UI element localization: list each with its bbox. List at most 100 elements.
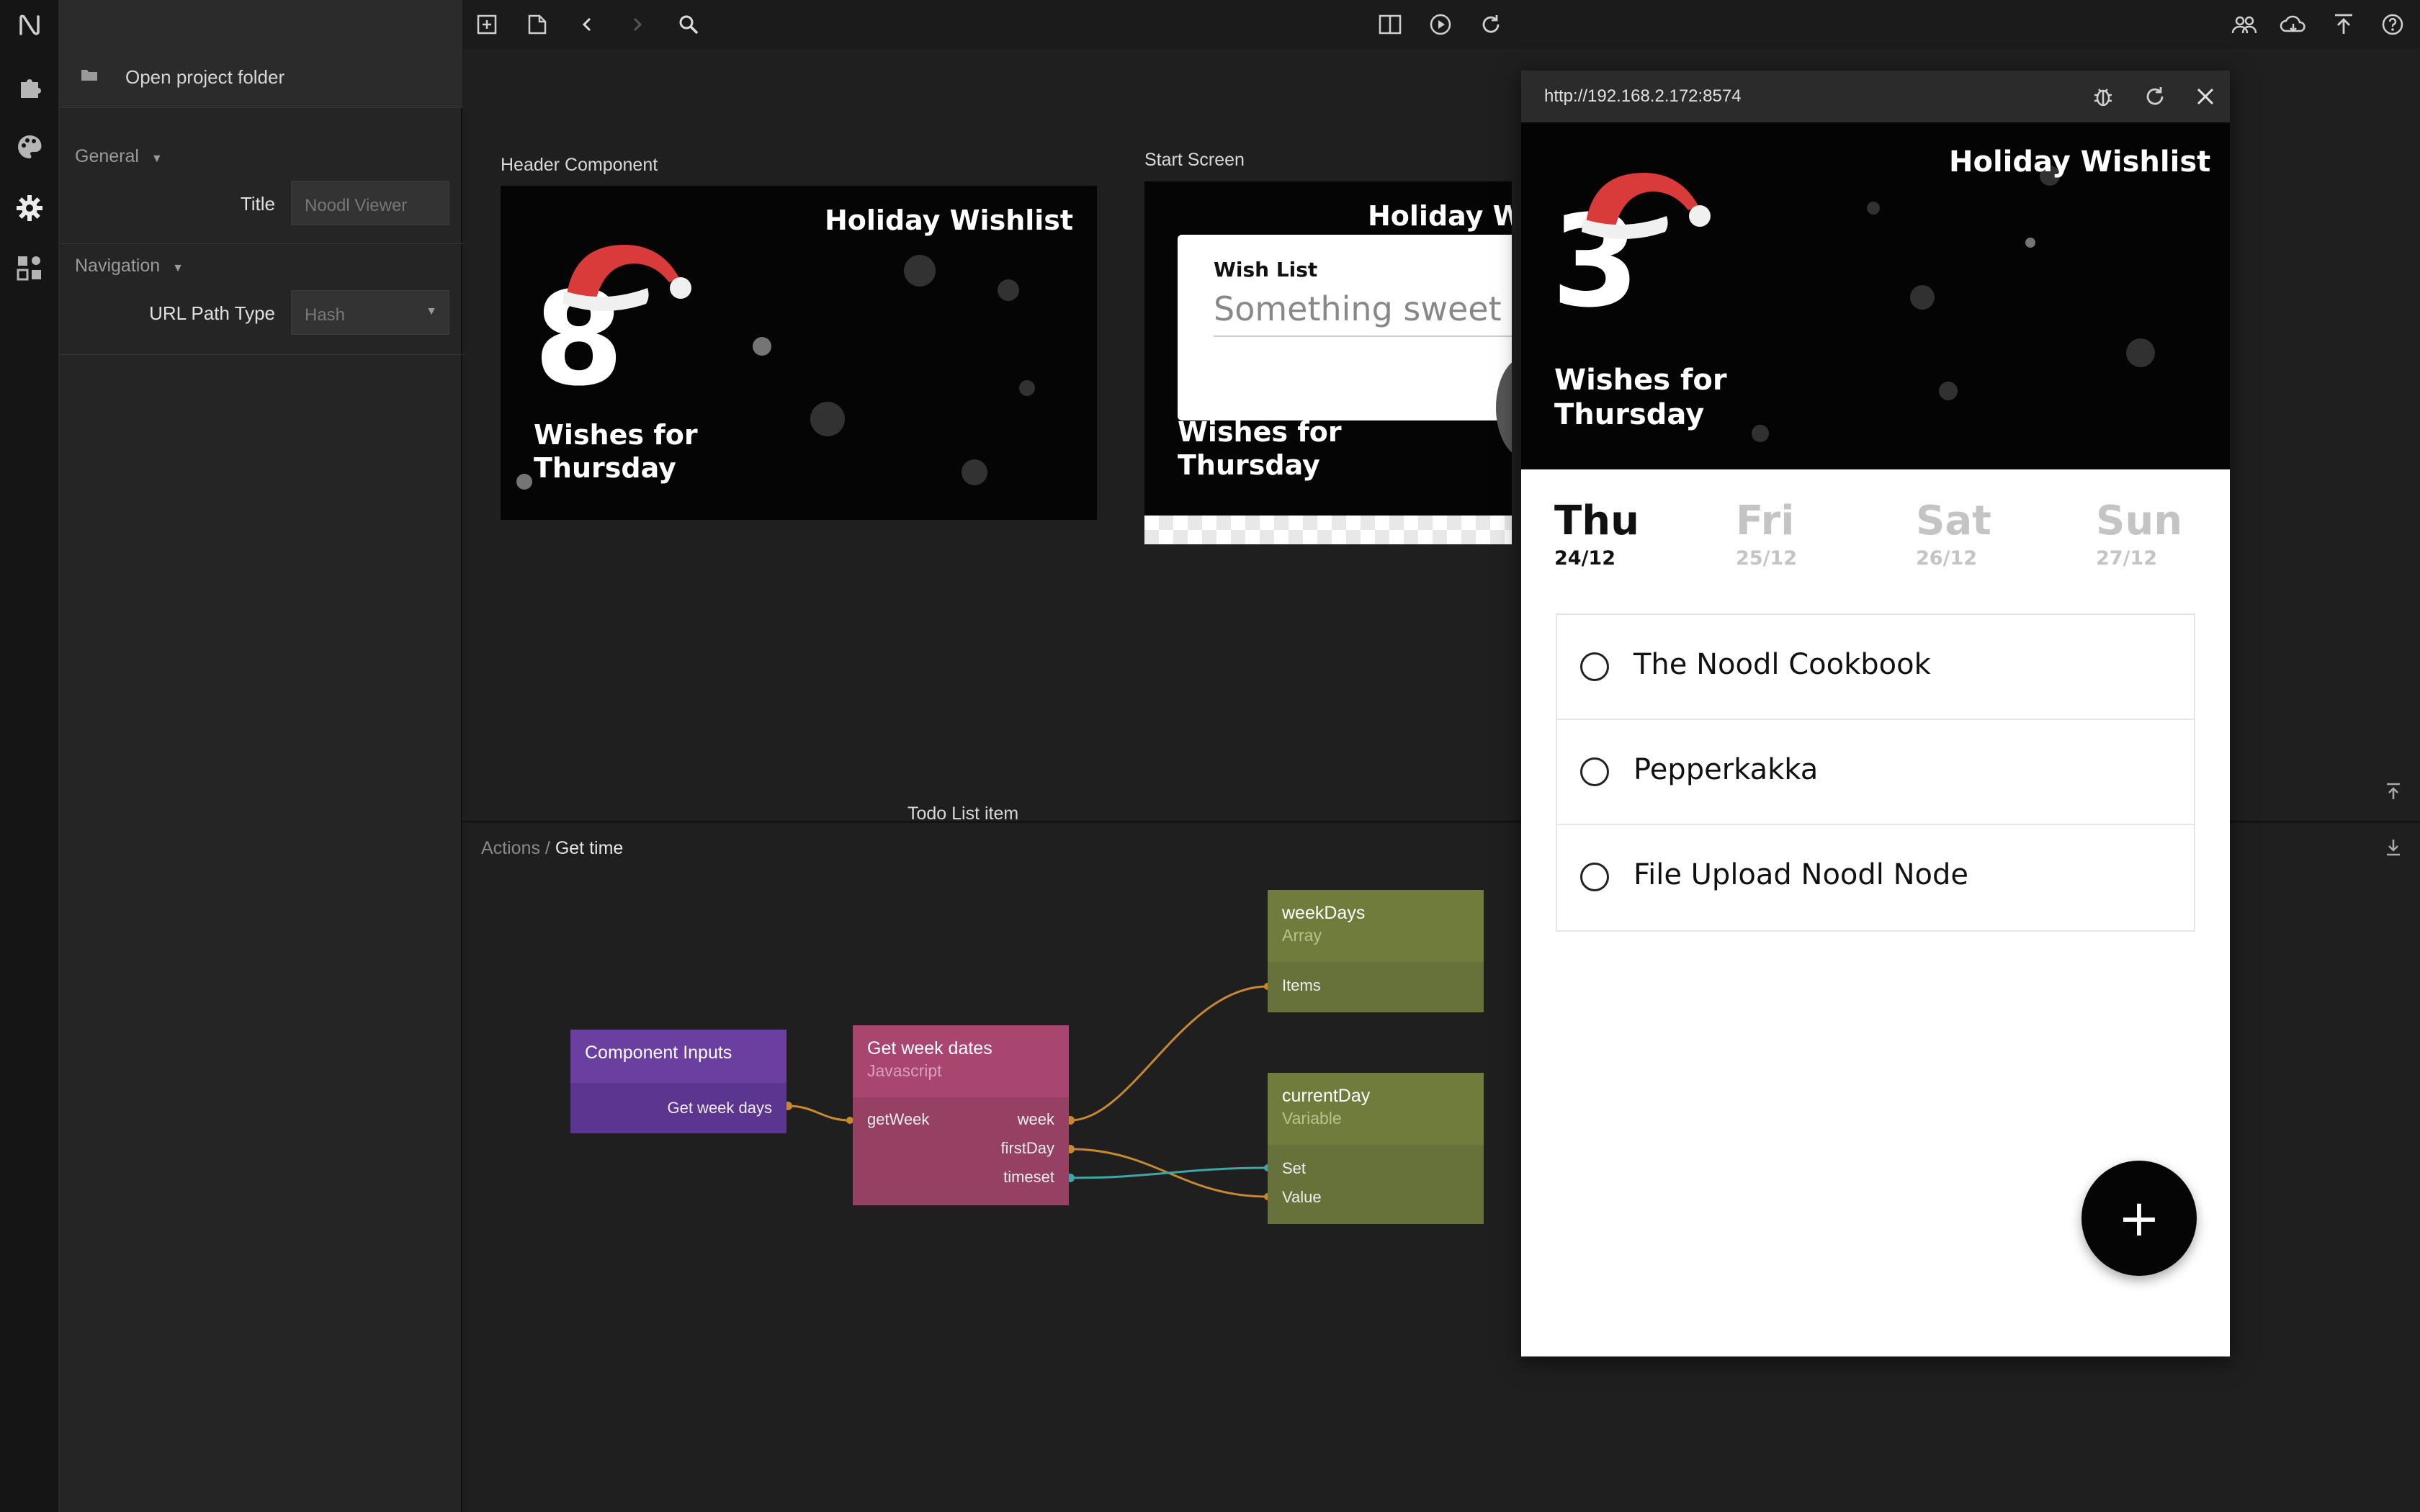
help-icon[interactable] — [2375, 7, 2410, 42]
todo-checkbox[interactable] — [1580, 757, 1609, 786]
node-subtitle: Variable — [1282, 1109, 1342, 1128]
snowflake — [904, 255, 936, 287]
header-component-label[interactable]: Header Component — [501, 155, 658, 176]
node-subtitle: Javascript — [867, 1061, 942, 1080]
day-name: Sat — [1916, 498, 1991, 544]
divider — [59, 354, 462, 355]
reload-icon[interactable] — [2139, 81, 2171, 112]
node-component-inputs[interactable]: Component Inputs Get week days — [570, 1030, 786, 1133]
icon-rail — [0, 0, 59, 1512]
wish-list-card: Wish List Something sweet — [1178, 235, 1512, 420]
day-tab-fri[interactable]: Fri 25/12 — [1736, 501, 1797, 570]
todo-checkbox[interactable] — [1580, 652, 1609, 681]
cloud-icon[interactable] — [2276, 7, 2311, 42]
split-view-icon[interactable] — [1373, 7, 1407, 42]
day-name: Fri — [1736, 498, 1795, 544]
close-icon[interactable] — [2190, 81, 2221, 112]
node-get-week-dates[interactable]: Get week dates Javascript getWeek week f… — [853, 1025, 1069, 1205]
snowflake — [753, 337, 771, 356]
snowflake — [1019, 380, 1035, 396]
collapse-up-icon[interactable] — [2385, 782, 2402, 801]
title-label: Title — [240, 193, 275, 215]
todo-list: The Noodl Cookbook Pepperkakka File Uplo… — [1556, 613, 2195, 932]
day-date: 24/12 — [1554, 547, 1616, 570]
caret-down-icon: ▼ — [151, 153, 163, 165]
port-week[interactable]: week — [1018, 1110, 1054, 1129]
search-icon[interactable] — [671, 7, 706, 42]
header-component-preview[interactable]: Holiday Wishlist 8 Wishes for Thursday — [501, 186, 1097, 520]
todo-text: File Upload Noodl Node — [1634, 858, 1968, 891]
wishes-line-2: Thursday — [1178, 449, 1320, 481]
snowflake — [516, 474, 532, 490]
general-section-label: General — [75, 146, 139, 166]
snowflake — [1939, 382, 1958, 400]
todo-text: The Noodl Cookbook — [1634, 648, 1931, 681]
puzzle-icon[interactable] — [13, 71, 46, 104]
snowflake — [2126, 338, 2155, 367]
snowflake — [1867, 202, 1880, 215]
wishes-line-2: Thursday — [534, 451, 676, 484]
top-toolbar — [462, 0, 2420, 49]
node-title: Component Inputs — [585, 1043, 732, 1063]
navigation-section-toggle[interactable]: Navigation ▼ — [75, 256, 184, 276]
day-date: 27/12 — [2096, 547, 2158, 570]
list-item[interactable]: The Noodl Cookbook — [1557, 615, 2194, 720]
snowflake — [962, 459, 987, 485]
divider — [59, 243, 462, 244]
start-screen-label[interactable]: Start Screen — [1144, 150, 1245, 171]
todo-list-item-label[interactable]: Todo List item — [908, 804, 1018, 824]
todo-checkbox[interactable] — [1580, 863, 1609, 891]
port-timeset[interactable]: timeset — [1003, 1168, 1054, 1187]
forward-icon[interactable] — [619, 7, 654, 42]
back-icon[interactable] — [570, 7, 605, 42]
url-path-type-value: Hash — [305, 305, 346, 325]
header-title: Holiday Wishlist — [825, 204, 1074, 236]
port-get-week[interactable]: getWeek — [867, 1110, 929, 1129]
day-tab-thu[interactable]: Thu 24/12 — [1554, 501, 1639, 570]
wishes-line-1: Wishes for — [534, 419, 698, 451]
wishes-caption: Wishes for Thursday — [1554, 363, 1727, 432]
port-first-day[interactable]: firstDay — [1000, 1139, 1054, 1158]
wishes-caption: Wishes for Thursday — [1178, 416, 1342, 482]
node-subtitle: Array — [1282, 926, 1322, 945]
wishlist-title: Holiday Wishlist — [1949, 145, 2211, 179]
palette-icon[interactable] — [13, 130, 46, 163]
day-date: 26/12 — [1916, 547, 1978, 570]
add-wish-button[interactable]: + — [2081, 1161, 2197, 1276]
wishes-line-1: Wishes for — [1554, 364, 1727, 397]
gear-icon[interactable] — [13, 192, 46, 225]
general-section-toggle[interactable]: General ▼ — [75, 146, 163, 167]
port-value[interactable]: Value — [1282, 1188, 1322, 1207]
wish-input[interactable]: Something sweet — [1214, 289, 1512, 337]
play-icon[interactable] — [1423, 7, 1458, 42]
santa-hat-icon — [561, 235, 698, 314]
add-icon[interactable] — [470, 7, 504, 42]
day-tab-sun[interactable]: Sun 27/12 — [2096, 501, 2182, 570]
list-item[interactable]: File Upload Noodl Node — [1557, 825, 2194, 930]
new-page-icon[interactable] — [520, 7, 555, 42]
users-icon[interactable] — [2227, 7, 2262, 42]
deploy-icon[interactable] — [2326, 7, 2361, 42]
day-tab-sat[interactable]: Sat 26/12 — [1916, 501, 1991, 570]
day-name: Thu — [1554, 498, 1639, 544]
folder-icon — [81, 68, 98, 82]
viewer-url[interactable]: http://192.168.2.172:8574 — [1544, 86, 1742, 107]
port-get-week-days[interactable]: Get week days — [667, 1099, 772, 1117]
wishes-line-1: Wishes for — [1178, 416, 1342, 448]
port-items[interactable]: Items — [1282, 976, 1321, 995]
chevron-down-icon: ▼ — [426, 305, 437, 318]
port-set[interactable]: Set — [1282, 1159, 1306, 1178]
open-project-folder-button[interactable]: Open project folder — [59, 0, 462, 108]
start-screen-preview[interactable]: Holiday Wi Wish List Something sweet Wis… — [1144, 181, 1512, 544]
components-icon[interactable] — [13, 251, 46, 284]
node-title: Get week dates — [867, 1038, 992, 1058]
node-current-day[interactable]: currentDay Variable Set Value — [1268, 1073, 1484, 1224]
bug-icon[interactable] — [2087, 81, 2119, 112]
list-item[interactable]: Pepperkakka — [1557, 720, 2194, 825]
url-path-type-select[interactable]: Hash ▼ — [291, 290, 449, 335]
refresh-icon[interactable] — [1474, 7, 1508, 42]
noodl-logo-icon[interactable] — [13, 9, 46, 42]
title-input[interactable]: Noodl Viewer — [291, 181, 449, 225]
node-week-days[interactable]: weekDays Array Items — [1268, 890, 1484, 1012]
navigation-section-label: Navigation — [75, 256, 161, 276]
